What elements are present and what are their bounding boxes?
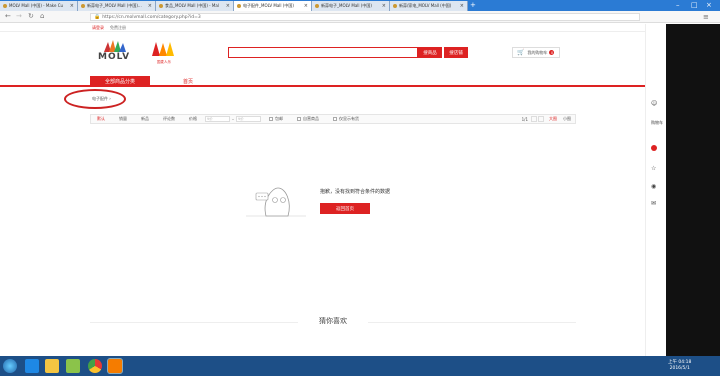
in-stock-label: 仅显示有货 xyxy=(339,116,359,121)
browser-tab[interactable]: 新蒜电子_MOLV Mall (中国) × xyxy=(312,1,390,11)
page-info: 1/1 xyxy=(521,116,528,122)
desktop-edge xyxy=(666,24,720,356)
guess-you-like-heading: 猜你喜欢 xyxy=(298,316,368,326)
address-bar[interactable]: 🔒 https://cn.molvmall.com/category.php?i… xyxy=(90,13,640,21)
secondary-logo-text: 国麦人乐 xyxy=(157,60,171,64)
browser-tab[interactable]: 新蒜/家电_MOLV Mall (中国) × xyxy=(390,1,468,11)
tab-title: 新蒜电子_MOLV Mall (中国)... xyxy=(87,3,142,8)
maximize-icon[interactable]: □ xyxy=(691,1,698,9)
menu-icon[interactable]: ≡ xyxy=(703,13,709,21)
home-icon[interactable]: ⌂ xyxy=(40,12,44,20)
empty-mascot xyxy=(246,180,306,224)
reload-icon[interactable]: ↻ xyxy=(28,12,34,20)
back-home-button[interactable]: 返回首页 xyxy=(320,203,370,214)
sort-price[interactable]: 价格 xyxy=(189,116,197,122)
tab-title: MOLV Mall (中国) - Make Cu xyxy=(9,3,64,8)
system-clock[interactable]: 上午 04:18 2016/5/1 xyxy=(668,360,691,372)
forward-icon[interactable]: → xyxy=(16,12,22,20)
firefox-icon[interactable] xyxy=(107,358,123,374)
message-icon[interactable]: ✉ xyxy=(651,200,656,207)
browser-tab-active[interactable]: 电子配件_MOLV Mall (中国) × xyxy=(234,1,312,11)
self-operated-checkbox[interactable] xyxy=(297,117,301,121)
sort-sales[interactable]: 销量 xyxy=(119,116,127,122)
close-icon[interactable]: × xyxy=(226,3,230,9)
close-icon[interactable]: × xyxy=(304,3,308,9)
browser-tab-bar: MOLV Mall (中国) - Make Cu × 新蒜电子_MOLV Mall… xyxy=(0,0,720,11)
close-icon[interactable]: × xyxy=(460,3,464,9)
browser-tab[interactable]: 食品_MOLV Mall (中国) - Mal × xyxy=(156,1,234,11)
cart-count-badge: 0 xyxy=(549,50,555,55)
sort-default[interactable]: 默认 xyxy=(97,116,105,122)
sidebar-cart[interactable]: 购物车 xyxy=(651,120,663,126)
molv-logo[interactable]: MOLV xyxy=(98,38,134,68)
price-to-input[interactable]: ¥价 xyxy=(236,116,261,122)
close-icon[interactable]: × xyxy=(70,3,74,9)
tab-title: 食品_MOLV Mall (中国) - Mal xyxy=(165,3,219,8)
annotation-ellipse xyxy=(64,89,126,109)
free-shipping-checkbox[interactable] xyxy=(269,117,273,121)
register-link[interactable]: 免费注册 xyxy=(110,25,126,31)
clock-date: 2016/5/1 xyxy=(669,366,690,371)
favicon-icon xyxy=(315,4,319,8)
sort-reviews[interactable]: 评论数 xyxy=(163,116,175,122)
close-icon[interactable]: × xyxy=(148,3,152,9)
favicon-icon xyxy=(159,4,163,8)
search-input[interactable] xyxy=(228,47,418,58)
media-icon[interactable] xyxy=(66,359,80,373)
star-icon[interactable]: ☆ xyxy=(651,165,656,172)
favicon-icon xyxy=(393,4,397,8)
close-icon[interactable]: × xyxy=(382,3,386,9)
cart-icon: 🛒 xyxy=(517,49,525,56)
start-button[interactable] xyxy=(3,359,17,373)
next-page-button[interactable] xyxy=(538,116,544,122)
cart-button[interactable]: 🛒 我的购物车 0 xyxy=(512,47,560,58)
browser-tab[interactable]: 新蒜电子_MOLV Mall (中国)... × xyxy=(78,1,156,11)
login-link[interactable]: 请登录 xyxy=(92,25,104,31)
price-from-input[interactable]: ¥价 xyxy=(205,116,230,122)
user-icon[interactable]: ☺ xyxy=(651,100,657,107)
home-link[interactable]: 首页 xyxy=(183,78,193,85)
lock-icon: 🔒 xyxy=(94,14,101,20)
tab-title: 新蒜/家电_MOLV Mall (中国) xyxy=(399,3,452,8)
search-goods-button[interactable]: 搜商品 xyxy=(418,47,442,58)
favicon-icon xyxy=(81,4,85,8)
prev-page-button[interactable] xyxy=(531,116,537,122)
logo-text: MOLV xyxy=(98,52,131,62)
secondary-logo[interactable]: 国麦人乐 xyxy=(150,40,178,65)
sort-new[interactable]: 新品 xyxy=(141,116,149,122)
empty-message: 抱歉，没有找到符合条件的数据 xyxy=(320,189,391,195)
favicon-icon xyxy=(3,4,7,8)
sidebar-badge xyxy=(651,145,657,151)
eye-icon[interactable]: ◉ xyxy=(651,183,656,190)
explorer-icon[interactable] xyxy=(45,359,59,373)
view-grid-button[interactable]: 大图 xyxy=(549,116,557,122)
search-shop-button[interactable]: 搜店铺 xyxy=(444,47,468,58)
tab-title: 电子配件_MOLV Mall (中国) xyxy=(243,3,294,8)
new-tab-button[interactable]: + xyxy=(470,1,476,9)
view-list-button[interactable]: 小图 xyxy=(563,116,571,122)
tab-title: 新蒜电子_MOLV Mall (中国) xyxy=(321,3,372,8)
self-operated-label: 自营商品 xyxy=(303,116,319,121)
close-window-icon[interactable]: × xyxy=(706,1,712,9)
filter-bar: 默认 销量 新品 评论数 价格 ¥价 – ¥价 包邮 自营商品 仅显示有货 1/… xyxy=(90,114,576,124)
browser-tab[interactable]: MOLV Mall (中国) - Make Cu × xyxy=(0,1,78,11)
back-icon[interactable]: ← xyxy=(5,12,11,20)
favicon-icon xyxy=(237,4,241,8)
all-categories-tab[interactable]: 全部商品分类 xyxy=(90,76,150,87)
free-shipping-label: 包邮 xyxy=(275,116,283,121)
price-dash: – xyxy=(232,116,234,122)
ie-icon[interactable] xyxy=(25,359,39,373)
cart-label: 我的购物车 xyxy=(527,49,548,55)
url-text: https://cn.molvmall.com/category.php?id=… xyxy=(102,14,201,20)
in-stock-checkbox[interactable] xyxy=(333,117,337,121)
chrome-icon[interactable] xyxy=(88,359,102,373)
site-top-strip: 请登录 免费注册 xyxy=(0,24,645,32)
right-toolbar xyxy=(645,24,666,356)
minimize-icon[interactable]: – xyxy=(676,1,680,9)
